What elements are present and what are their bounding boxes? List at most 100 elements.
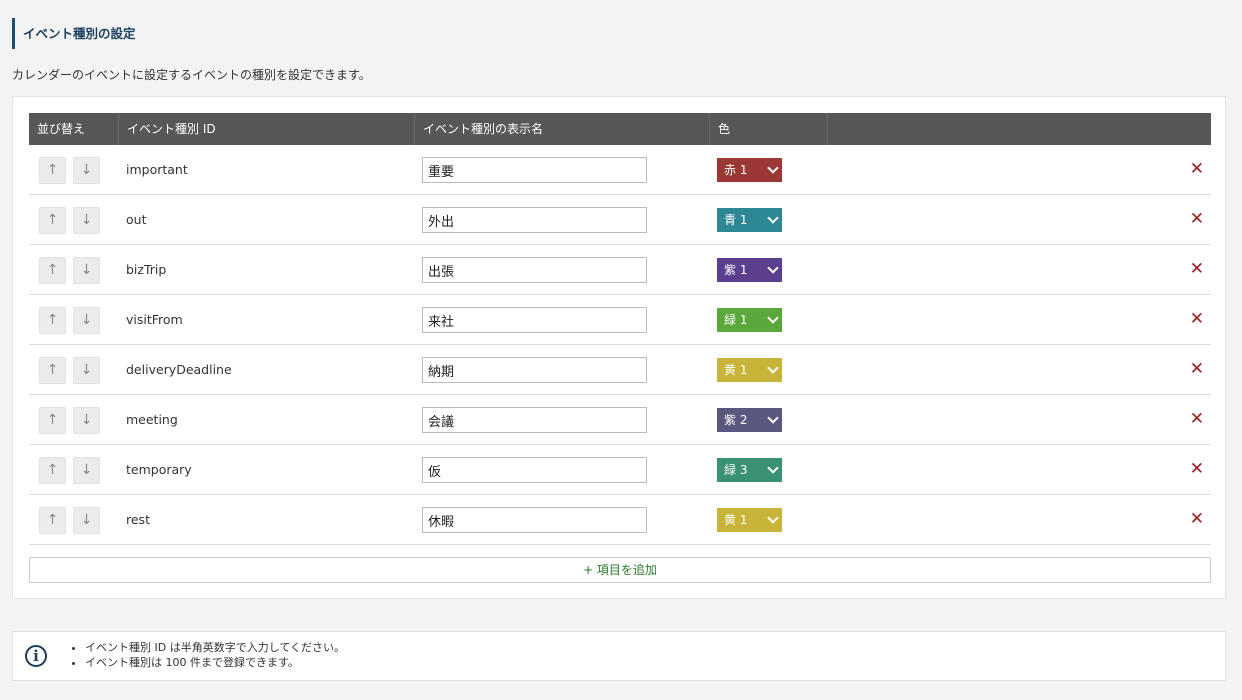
move-up-button[interactable]: ↑ xyxy=(39,307,66,334)
chevron-down-icon xyxy=(767,212,779,224)
color-select[interactable]: 黄 1 xyxy=(717,358,782,382)
event-type-id: out xyxy=(126,212,147,227)
color-select-label: 黄 1 xyxy=(724,363,748,377)
color-select[interactable]: 紫 1 xyxy=(717,258,782,282)
display-name-input[interactable] xyxy=(422,507,647,533)
move-down-button[interactable]: ↓ xyxy=(73,207,100,234)
delete-row-button[interactable]: ✕ xyxy=(1190,495,1204,544)
header-event-id: イベント種別 ID xyxy=(119,113,415,145)
display-name-input[interactable] xyxy=(422,157,647,183)
arrow-up-icon: ↑ xyxy=(46,262,59,278)
display-name-input[interactable] xyxy=(422,257,647,283)
color-select[interactable]: 紫 2 xyxy=(717,408,782,432)
arrow-down-icon: ↓ xyxy=(80,162,93,178)
move-down-button[interactable]: ↓ xyxy=(73,357,100,384)
color-select-label: 紫 2 xyxy=(724,413,748,427)
close-icon: ✕ xyxy=(1189,509,1204,529)
display-name-input[interactable] xyxy=(422,407,647,433)
arrow-down-icon: ↓ xyxy=(80,412,93,428)
display-name-input[interactable] xyxy=(422,307,647,333)
move-down-button[interactable]: ↓ xyxy=(73,457,100,484)
event-type-id: rest xyxy=(126,512,150,527)
move-up-button[interactable]: ↑ xyxy=(39,507,66,534)
chevron-down-icon xyxy=(767,262,779,274)
color-select-label: 緑 3 xyxy=(724,463,748,477)
arrow-up-icon: ↑ xyxy=(46,462,59,478)
close-icon: ✕ xyxy=(1189,259,1204,279)
arrow-up-icon: ↑ xyxy=(46,362,59,378)
page-description: カレンダーのイベントに設定するイベントの種別を設定できます。 xyxy=(12,68,371,82)
table-row: ↑ ↓ out 青 1 ✕ xyxy=(29,195,1211,245)
color-select-label: 青 1 xyxy=(724,213,748,227)
arrow-down-icon: ↓ xyxy=(80,362,93,378)
header-display-name: イベント種別の表示名 xyxy=(415,113,710,145)
delete-row-button[interactable]: ✕ xyxy=(1190,295,1204,344)
delete-row-button[interactable]: ✕ xyxy=(1190,245,1204,294)
move-up-button[interactable]: ↑ xyxy=(39,257,66,284)
chevron-down-icon xyxy=(767,462,779,474)
chevron-down-icon xyxy=(767,162,779,174)
event-type-id: important xyxy=(126,162,188,177)
move-down-button[interactable]: ↓ xyxy=(73,407,100,434)
color-select-label: 緑 1 xyxy=(724,313,748,327)
chevron-down-icon xyxy=(767,362,779,374)
move-down-button[interactable]: ↓ xyxy=(73,307,100,334)
close-icon: ✕ xyxy=(1189,459,1204,479)
move-up-button[interactable]: ↑ xyxy=(39,357,66,384)
chevron-down-icon xyxy=(767,512,779,524)
delete-row-button[interactable]: ✕ xyxy=(1190,395,1204,444)
info-list: イベント種別 ID は半角英数字で入力してください。イベント種別は 100 件ま… xyxy=(65,640,345,670)
display-name-input[interactable] xyxy=(422,457,647,483)
event-type-panel: 並び替え イベント種別 ID イベント種別の表示名 色 ↑ ↓ important 赤… xyxy=(12,96,1226,599)
arrow-down-icon: ↓ xyxy=(80,212,93,228)
color-select[interactable]: 緑 3 xyxy=(717,458,782,482)
info-item: イベント種別は 100 件まで登録できます。 xyxy=(85,655,345,670)
table-row: ↑ ↓ bizTrip 紫 1 ✕ xyxy=(29,245,1211,295)
color-select-label: 紫 1 xyxy=(724,263,748,277)
info-icon: i xyxy=(25,645,47,667)
arrow-down-icon: ↓ xyxy=(80,312,93,328)
table-row: ↑ ↓ meeting 紫 2 ✕ xyxy=(29,395,1211,445)
move-down-button[interactable]: ↓ xyxy=(73,257,100,284)
page-title: イベント種別の設定 xyxy=(12,18,136,49)
header-color: 色 xyxy=(710,113,828,145)
delete-row-button[interactable]: ✕ xyxy=(1190,345,1204,394)
event-type-id: meeting xyxy=(126,412,178,427)
color-select[interactable]: 青 1 xyxy=(717,208,782,232)
close-icon: ✕ xyxy=(1189,359,1204,379)
move-up-button[interactable]: ↑ xyxy=(39,457,66,484)
arrow-down-icon: ↓ xyxy=(80,462,93,478)
arrow-up-icon: ↑ xyxy=(46,162,59,178)
color-select-label: 赤 1 xyxy=(724,163,748,177)
delete-row-button[interactable]: ✕ xyxy=(1190,145,1204,194)
arrow-up-icon: ↑ xyxy=(46,212,59,228)
add-item-button[interactable]: + 項目を追加 xyxy=(29,557,1211,583)
delete-row-button[interactable]: ✕ xyxy=(1190,195,1204,244)
event-type-id: visitFrom xyxy=(126,312,183,327)
move-down-button[interactable]: ↓ xyxy=(73,507,100,534)
close-icon: ✕ xyxy=(1189,409,1204,429)
table-row: ↑ ↓ visitFrom 緑 1 ✕ xyxy=(29,295,1211,345)
info-item: イベント種別 ID は半角英数字で入力してください。 xyxy=(85,640,345,655)
move-down-button[interactable]: ↓ xyxy=(73,157,100,184)
close-icon: ✕ xyxy=(1189,159,1204,179)
move-up-button[interactable]: ↑ xyxy=(39,207,66,234)
chevron-down-icon xyxy=(767,412,779,424)
delete-row-button[interactable]: ✕ xyxy=(1190,445,1204,494)
event-type-id: bizTrip xyxy=(126,262,167,277)
display-name-input[interactable] xyxy=(422,207,647,233)
chevron-down-icon xyxy=(767,312,779,324)
event-type-id: temporary xyxy=(126,462,192,477)
color-select[interactable]: 赤 1 xyxy=(717,158,782,182)
move-up-button[interactable]: ↑ xyxy=(39,407,66,434)
table-row: ↑ ↓ deliveryDeadline 黄 1 ✕ xyxy=(29,345,1211,395)
display-name-input[interactable] xyxy=(422,357,647,383)
arrow-down-icon: ↓ xyxy=(80,262,93,278)
color-select[interactable]: 黄 1 xyxy=(717,508,782,532)
table-row: ↑ ↓ rest 黄 1 ✕ xyxy=(29,495,1211,545)
color-select[interactable]: 緑 1 xyxy=(717,308,782,332)
color-select-label: 黄 1 xyxy=(724,513,748,527)
close-icon: ✕ xyxy=(1189,309,1204,329)
move-up-button[interactable]: ↑ xyxy=(39,157,66,184)
table-header: 並び替え イベント種別 ID イベント種別の表示名 色 xyxy=(29,113,1211,145)
